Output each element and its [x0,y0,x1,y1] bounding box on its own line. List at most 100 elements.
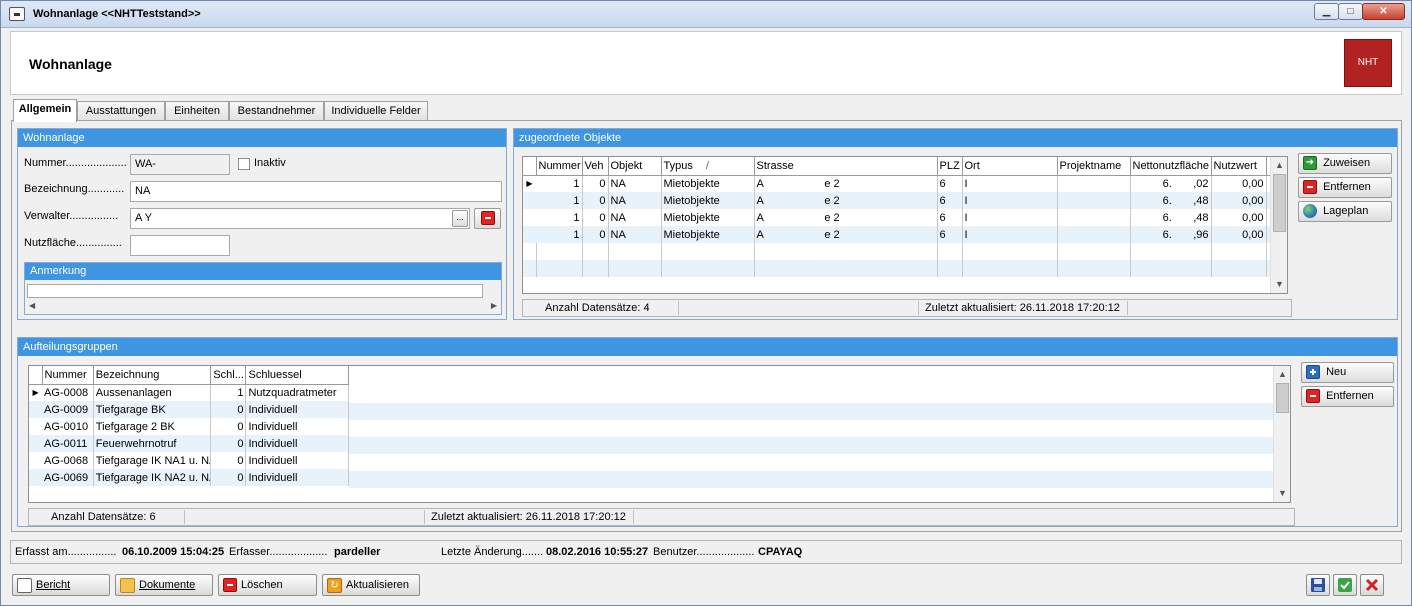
cell-nummer[interactable]: 1 [536,175,583,192]
cell-plz[interactable]: 6 [937,226,963,243]
cell-objekt[interactable]: NA [608,175,662,192]
scroll-thumb[interactable] [1276,383,1289,413]
minimize-button[interactable]: ▁ [1314,3,1339,20]
bezeichnung-field[interactable]: NA [130,181,502,202]
table-row[interactable]: AG-0010 Tiefgarage 2 BK 0 Individuell [29,418,349,435]
cell-bezeichnung[interactable]: Feuerwehrnotruf [93,435,212,452]
cell-veh[interactable]: 0 [582,226,609,243]
cell-nummer[interactable]: AG-0009 [42,401,94,418]
cell-typus[interactable]: Mietobjekte [661,192,755,209]
objekte-entfernen-button[interactable]: Entfernen [1298,177,1392,198]
table-row[interactable]: 1 0 NA Mietobjekte A e 2 6 I 6. ,48 0,00 [523,209,1273,226]
cell-nummer[interactable]: 1 [536,192,583,209]
cell-nummer[interactable]: AG-0008 [42,384,94,401]
cell-typus[interactable]: Mietobjekte [661,209,755,226]
col-strasse[interactable]: Strasse [754,157,938,176]
cell-nummer[interactable]: AG-0068 [42,452,94,469]
tab-allgemein[interactable]: Allgemein [13,99,77,122]
table-row[interactable]: 1 0 NA Mietobjekte A e 2 6 I 6. ,48 0,00 [523,192,1273,209]
inaktiv-checkbox[interactable] [238,158,250,170]
table-row[interactable]: AG-0011 Feuerwehrnotruf 0 Individuell [29,435,349,452]
cell-strasse[interactable]: A e 2 [754,175,938,192]
cell-veh[interactable]: 0 [582,175,609,192]
cell-nummer[interactable]: 1 [536,209,583,226]
cell-bezeichnung[interactable]: Tiefgarage BK [93,401,212,418]
verwalter-remove-button[interactable] [474,208,501,229]
cell-schl[interactable]: 1 [210,384,247,401]
col-ort[interactable]: Ort [962,157,1058,176]
cell-typus[interactable]: Mietobjekte [661,175,755,192]
cell-ort[interactable]: I [962,175,1058,192]
anmerkung-field[interactable] [27,284,483,298]
table-row[interactable]: AG-0068 Tiefgarage IK NA1 u. NA 0 Indivi… [29,452,349,469]
col-plz[interactable]: PLZ [937,157,963,176]
save-button[interactable] [1306,574,1330,596]
cell-nettonutzflaeche[interactable]: 6. ,96 [1130,226,1212,243]
col-typus[interactable]: Typus / [661,157,755,176]
table-row[interactable]: ▶ 1 0 NA Mietobjekte A e 2 6 I 6. ,02 0,… [523,175,1273,192]
col-projektname[interactable]: Projektname [1057,157,1131,176]
cell-strasse[interactable]: A e 2 [754,226,938,243]
cell-schluessel[interactable]: Nutzquadratmeter [245,384,349,401]
col-schl[interactable]: Schl... [210,366,247,385]
cell-nettonutzflaeche[interactable]: 6. ,48 [1130,209,1212,226]
objekte-vscroll[interactable]: ▲ ▼ [1270,157,1287,293]
loeschen-button[interactable]: Löschen [218,574,317,596]
cell-nutzwert[interactable]: 0,00 [1211,209,1267,226]
tab-individuelle-felder[interactable]: Individuelle Felder [324,101,428,121]
cell-schluessel[interactable]: Individuell [245,401,349,418]
zuweisen-button[interactable]: ➔ Zuweisen [1298,153,1392,174]
tab-bestandnehmer[interactable]: Bestandnehmer [229,101,324,121]
cell-bezeichnung[interactable]: Tiefgarage IK NA1 u. NA [93,452,212,469]
cell-schl[interactable]: 0 [210,418,247,435]
cell-schluessel[interactable]: Individuell [245,469,349,486]
col-schluessel[interactable]: Schluessel [245,366,349,385]
cell-ort[interactable]: I [962,209,1058,226]
close-button[interactable]: ✕ [1362,3,1405,20]
nutzflaeche-field[interactable] [130,235,230,256]
cell-veh[interactable]: 0 [582,192,609,209]
scroll-left-icon[interactable]: ◀ [29,301,35,310]
scroll-right-icon[interactable]: ▶ [491,301,497,310]
table-row[interactable]: ▶ AG-0008 Aussenanlagen 1 Nutzquadratmet… [29,384,349,401]
aktualisieren-button[interactable]: ↻ Aktualisieren [322,574,420,596]
aufteilung-entfernen-button[interactable]: Entfernen [1301,386,1394,407]
cell-projektname[interactable] [1057,192,1131,209]
verwalter-browse-button[interactable]: ... [452,210,468,227]
cell-ort[interactable]: I [962,192,1058,209]
cell-nettonutzflaeche[interactable]: 6. ,02 [1130,175,1212,192]
cell-nutzwert[interactable]: 0,00 [1211,192,1267,209]
col-nummer[interactable]: Nummer [42,366,94,385]
scroll-down-icon[interactable]: ▼ [1274,485,1290,502]
tab-einheiten[interactable]: Einheiten [165,101,229,121]
cell-strasse[interactable]: A e 2 [754,192,938,209]
cell-typus[interactable]: Mietobjekte [661,226,755,243]
cell-plz[interactable]: 6 [937,209,963,226]
scroll-thumb[interactable] [1273,174,1286,232]
cell-bezeichnung[interactable]: Tiefgarage 2 BK [93,418,212,435]
col-veh[interactable]: Veh [582,157,609,176]
scroll-up-icon[interactable]: ▲ [1271,157,1287,174]
cell-nummer[interactable]: 1 [536,226,583,243]
cell-objekt[interactable]: NA [608,192,662,209]
cell-bezeichnung[interactable]: Aussenanlagen [93,384,212,401]
tab-ausstattungen[interactable]: Ausstattungen [77,101,165,121]
cell-projektname[interactable] [1057,175,1131,192]
cell-plz[interactable]: 6 [937,192,963,209]
col-nummer[interactable]: Nummer [536,157,583,176]
table-row[interactable]: AG-0009 Tiefgarage BK 0 Individuell [29,401,349,418]
cell-schluessel[interactable]: Individuell [245,452,349,469]
nummer-field[interactable]: WA- [130,154,230,175]
dokumente-button[interactable]: Dokumente [115,574,213,596]
col-objekt[interactable]: Objekt [608,157,662,176]
cell-schl[interactable]: 0 [210,452,247,469]
table-row[interactable]: AG-0069 Tiefgarage IK NA2 u. NA 0 Indivi… [29,469,349,486]
cell-bezeichnung[interactable]: Tiefgarage IK NA2 u. NA [93,469,212,486]
cell-strasse[interactable]: A e 2 [754,209,938,226]
col-nettonutzflaeche[interactable]: Nettonutzfläche [1130,157,1212,176]
cell-schl[interactable]: 0 [210,401,247,418]
cell-projektname[interactable] [1057,226,1131,243]
cell-schl[interactable]: 0 [210,435,247,452]
cell-nutzwert[interactable]: 0,00 [1211,226,1267,243]
cell-plz[interactable]: 6 [937,175,963,192]
